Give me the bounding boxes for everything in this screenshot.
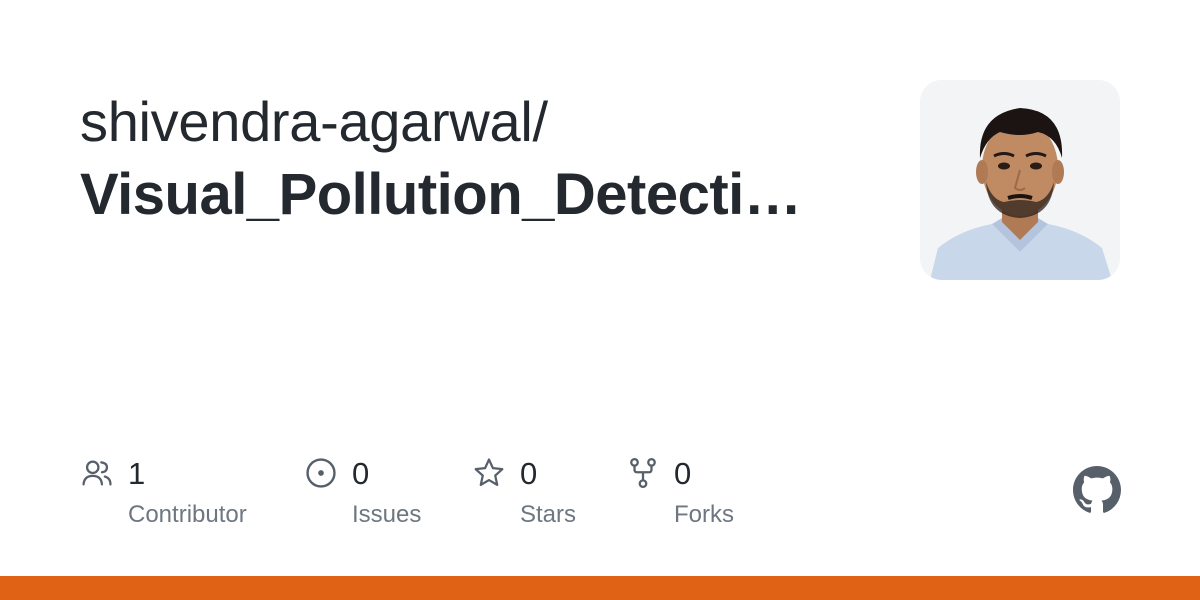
issues-label: Issues [352, 501, 422, 528]
repo-social-card: shivendra-agarwal/ Visual_Pollution_Dete… [0, 0, 1200, 600]
avatar[interactable] [920, 80, 1120, 280]
stars-label: Stars [520, 501, 577, 528]
issues-count: 0 [352, 456, 370, 491]
issue-opened-icon [306, 458, 336, 488]
github-mark-icon[interactable] [1073, 466, 1121, 514]
forks-label: Forks [674, 501, 734, 528]
contributors-label: Contributor [128, 501, 247, 528]
people-icon [82, 460, 112, 486]
avatar-image [920, 80, 1120, 280]
stars-count: 0 [520, 456, 538, 491]
forks-count: 0 [674, 456, 692, 491]
repo-owner[interactable]: shivendra-agarwal/ [80, 86, 548, 158]
accent-bar [0, 576, 1200, 600]
repo-name[interactable]: Visual_Pollution_Detecti… [80, 158, 840, 232]
star-icon [474, 458, 504, 487]
contributors-count: 1 [128, 456, 146, 491]
repo-forked-icon [630, 457, 656, 489]
